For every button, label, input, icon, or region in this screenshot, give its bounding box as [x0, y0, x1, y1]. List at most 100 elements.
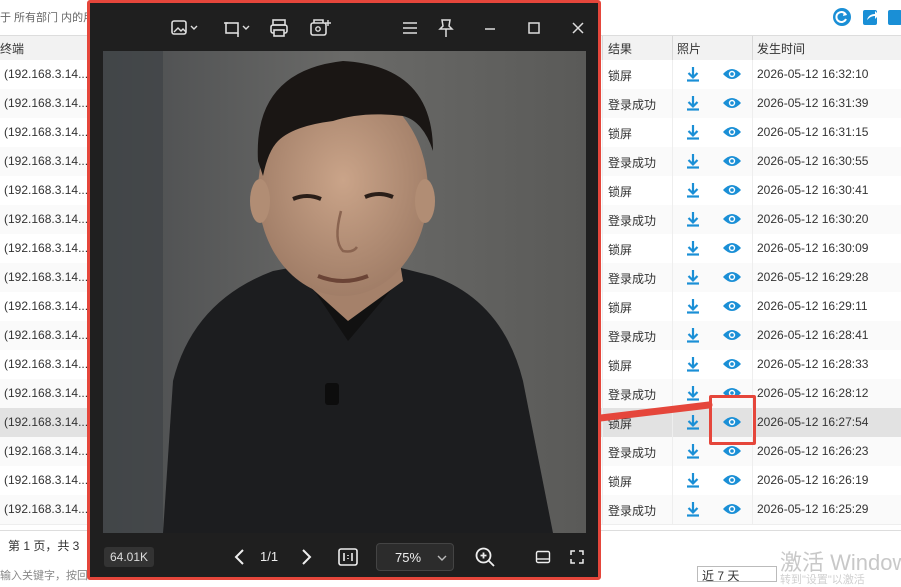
next-page-icon[interactable]: [296, 547, 316, 567]
download-icon[interactable]: [684, 268, 702, 286]
eye-icon[interactable]: [722, 125, 742, 139]
cell-time: 2026-05-12 16:28:12: [757, 386, 869, 400]
download-icon[interactable]: [684, 65, 702, 83]
cell-terminal: (192.168.3.14...: [4, 241, 89, 255]
fullscreen-icon[interactable]: [569, 549, 585, 565]
download-icon[interactable]: [684, 326, 702, 344]
search-input[interactable]: 输入关键字，按回: [0, 567, 88, 583]
maximize-icon[interactable]: [522, 17, 546, 39]
cell-result: 锁屏: [608, 127, 633, 141]
callout-highlight-box: [709, 395, 756, 445]
cell-result: 登录成功: [608, 214, 657, 228]
eye-icon[interactable]: [722, 357, 742, 371]
actual-size-icon[interactable]: [337, 547, 359, 567]
cell-terminal: (192.168.3.14...: [4, 444, 89, 458]
export-icon[interactable]: [886, 7, 901, 27]
viewer-bottom-bar: 64.01K 1/1 75%: [90, 537, 598, 577]
cell-terminal: (192.168.3.14...: [4, 415, 89, 429]
cell-result: 锁屏: [608, 475, 633, 489]
cell-result: 登录成功: [608, 272, 657, 286]
cell-terminal: (192.168.3.14...: [4, 502, 89, 516]
cell-result: 登录成功: [608, 98, 657, 112]
cell-result: 锁屏: [608, 185, 633, 199]
previous-page-icon[interactable]: [230, 547, 250, 567]
download-icon[interactable]: [684, 94, 702, 112]
download-icon[interactable]: [684, 297, 702, 315]
col-result-header[interactable]: 结果: [608, 40, 632, 57]
cell-terminal: (192.168.3.14...: [4, 328, 89, 342]
cell-time: 2026-05-12 16:27:54: [757, 415, 869, 429]
eye-icon[interactable]: [722, 270, 742, 284]
photo-image: [103, 51, 586, 533]
eye-icon[interactable]: [722, 299, 742, 313]
col-time-header[interactable]: 发生时间: [757, 40, 805, 57]
eye-icon[interactable]: [722, 241, 742, 255]
cell-terminal: (192.168.3.14...: [4, 212, 89, 226]
cell-result: 锁屏: [608, 359, 633, 373]
eye-icon[interactable]: [722, 473, 742, 487]
viewer-title-bar: [90, 3, 598, 51]
download-icon[interactable]: [684, 210, 702, 228]
captured-photo: [103, 51, 586, 533]
chevron-down-icon: [437, 555, 447, 561]
cell-result: 登录成功: [608, 330, 657, 344]
col-photo-header[interactable]: 照片: [677, 40, 701, 57]
download-icon[interactable]: [684, 239, 702, 257]
eye-icon[interactable]: [722, 328, 742, 342]
cell-result: 锁屏: [608, 417, 633, 431]
image-tools-icon[interactable]: [308, 17, 332, 39]
download-icon[interactable]: [684, 384, 702, 402]
download-icon[interactable]: [684, 442, 702, 460]
filmstrip-icon[interactable]: [535, 549, 551, 565]
cell-time: 2026-05-12 16:31:15: [757, 125, 869, 139]
refresh-icon[interactable]: [832, 7, 852, 27]
zoom-value: 75%: [395, 550, 422, 565]
cell-time: 2026-05-12 16:29:28: [757, 270, 869, 284]
zoom-in-icon[interactable]: [474, 546, 496, 568]
download-icon[interactable]: [684, 181, 702, 199]
eye-icon[interactable]: [722, 444, 742, 458]
cell-terminal: (192.168.3.14...: [4, 96, 89, 110]
zoom-select[interactable]: 75%: [376, 543, 454, 571]
share-icon[interactable]: [861, 7, 881, 27]
eye-icon[interactable]: [722, 67, 742, 81]
cell-terminal: (192.168.3.14...: [4, 299, 89, 313]
cell-time: 2026-05-12 16:30:20: [757, 212, 869, 226]
cell-time: 2026-05-12 16:26:19: [757, 473, 869, 487]
eye-icon[interactable]: [722, 502, 742, 516]
close-icon[interactable]: [566, 17, 590, 39]
cell-time: 2026-05-12 16:32:10: [757, 67, 869, 81]
download-icon[interactable]: [684, 355, 702, 373]
eye-icon[interactable]: [722, 212, 742, 226]
photo-viewer-window: 64.01K 1/1 75%: [87, 0, 601, 580]
cell-time: 2026-05-12 16:30:41: [757, 183, 869, 197]
cell-terminal: (192.168.3.14...: [4, 125, 89, 139]
cell-result: 登录成功: [608, 156, 657, 170]
eye-icon[interactable]: [722, 154, 742, 168]
cell-time: 2026-05-12 16:31:39: [757, 96, 869, 110]
pin-icon[interactable]: [434, 17, 458, 39]
cell-terminal: (192.168.3.14...: [4, 357, 89, 371]
eye-icon[interactable]: [722, 96, 742, 110]
cell-terminal: (192.168.3.14...: [4, 154, 89, 168]
col-terminal-header[interactable]: 终端: [0, 40, 24, 57]
cell-result: 登录成功: [608, 446, 657, 460]
minimize-icon[interactable]: [478, 17, 502, 39]
download-icon[interactable]: [684, 123, 702, 141]
download-icon[interactable]: [684, 471, 702, 489]
menu-icon[interactable]: [398, 17, 422, 39]
cell-time: 2026-05-12 16:30:55: [757, 154, 869, 168]
rotate-icon[interactable]: [222, 17, 252, 39]
cell-terminal: (192.168.3.14...: [4, 473, 89, 487]
cell-time: 2026-05-12 16:26:23: [757, 444, 869, 458]
download-icon[interactable]: [684, 152, 702, 170]
print-icon[interactable]: [268, 17, 292, 39]
cell-result: 锁屏: [608, 301, 633, 315]
edit-image-icon[interactable]: [170, 17, 200, 39]
activation-watermark-sub: 转到"设置"以激活: [780, 574, 865, 586]
cell-result: 登录成功: [608, 388, 657, 402]
eye-icon[interactable]: [722, 183, 742, 197]
download-icon[interactable]: [684, 500, 702, 518]
download-icon[interactable]: [684, 413, 702, 431]
cell-result: 锁屏: [608, 243, 633, 257]
